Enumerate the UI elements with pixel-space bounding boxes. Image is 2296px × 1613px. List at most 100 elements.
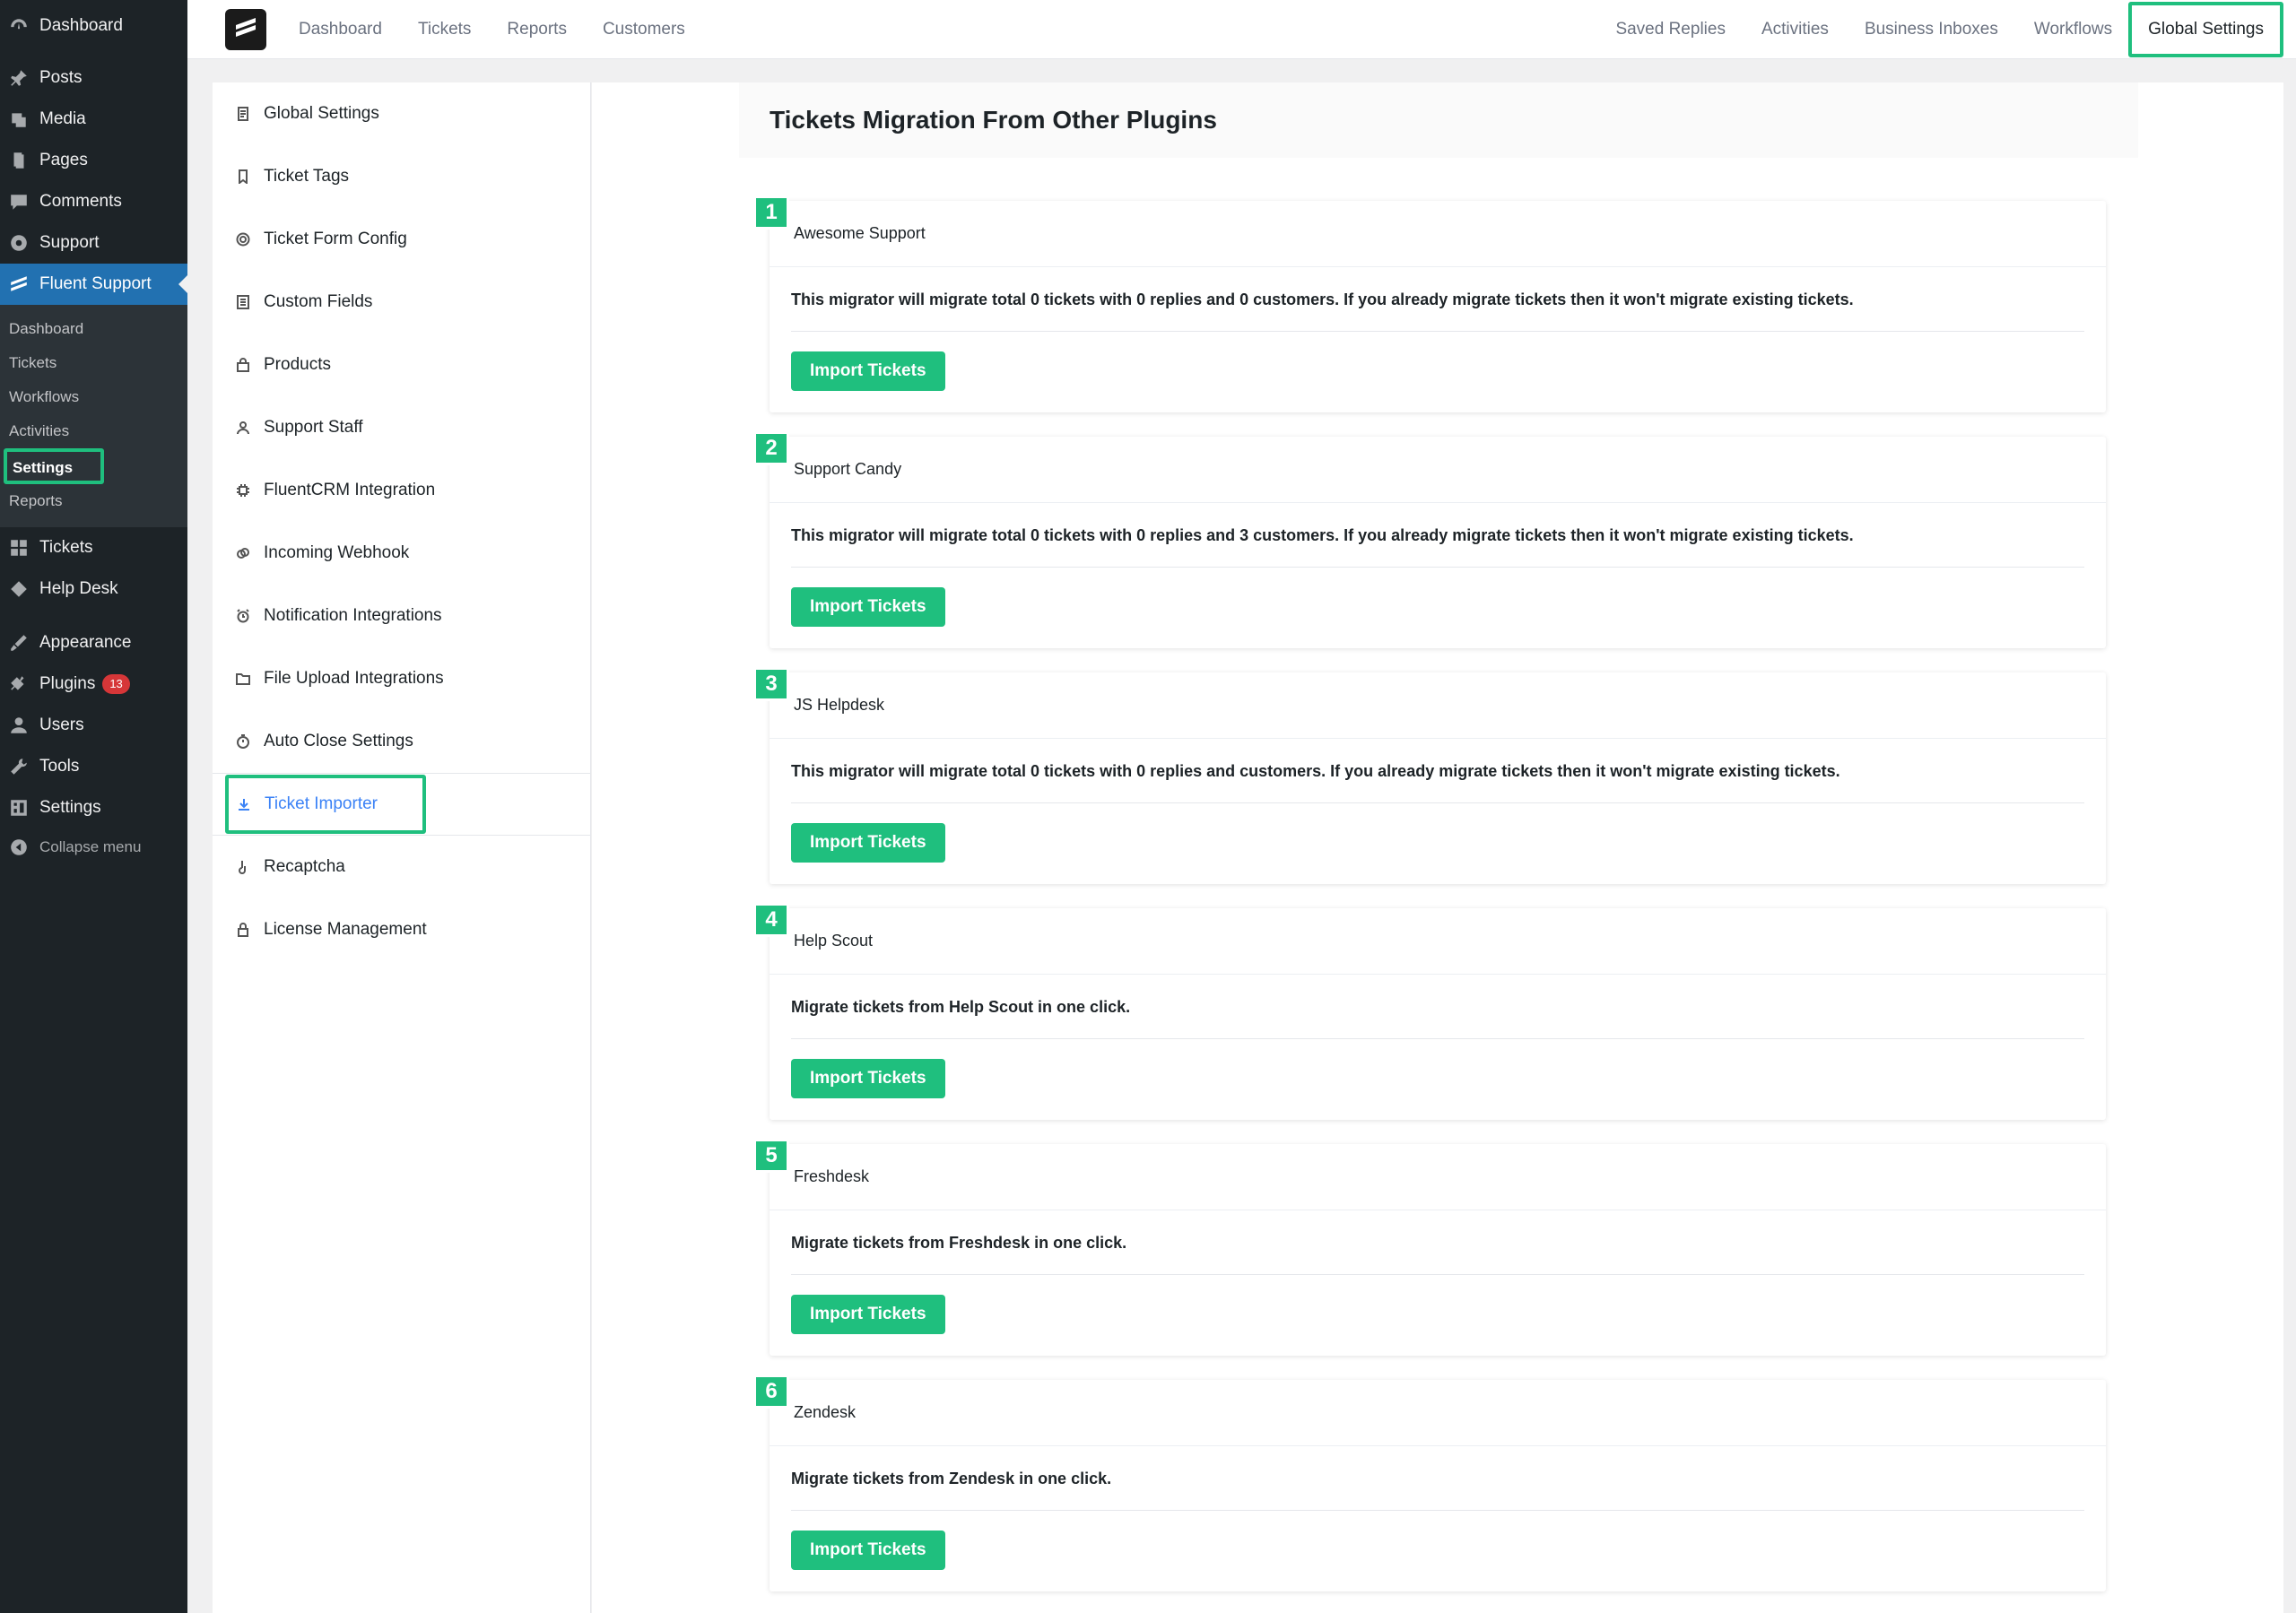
wp-menu-appearance[interactable]: Appearance <box>0 622 187 663</box>
plugin-icon <box>7 672 30 696</box>
wrench-icon <box>7 755 30 778</box>
list-icon <box>235 294 251 310</box>
wp-menu-media[interactable]: Media <box>0 99 187 140</box>
settings-item-support-staff[interactable]: Support Staff <box>213 396 590 459</box>
collapse-menu-button[interactable]: Collapse menu <box>0 828 187 866</box>
migrator-description: This migrator will migrate total 0 ticke… <box>791 739 2084 803</box>
submenu-dashboard[interactable]: Dashboard <box>0 312 187 346</box>
migrator-card-freshdesk: 5 Freshdesk Migrate tickets from Freshde… <box>753 1139 2106 1356</box>
migrator-description: This migrator will migrate total 0 ticke… <box>791 267 2084 332</box>
wp-menu-comments[interactable]: Comments <box>0 181 187 222</box>
nav-workflows[interactable]: Workflows <box>2034 20 2112 39</box>
import-tickets-button[interactable]: Import Tickets <box>791 1531 945 1570</box>
nav-business-inboxes[interactable]: Business Inboxes <box>1865 20 1998 39</box>
nav-saved-replies[interactable]: Saved Replies <box>1615 20 1726 39</box>
migrator-description: Migrate tickets from Zendesk in one clic… <box>791 1446 2084 1511</box>
import-tickets-button[interactable]: Import Tickets <box>791 1059 945 1098</box>
import-tickets-button[interactable]: Import Tickets <box>791 823 945 863</box>
import-tickets-button[interactable]: Import Tickets <box>791 587 945 627</box>
migrator-name: Awesome Support <box>770 201 2106 267</box>
gear-icon <box>235 231 251 247</box>
hand-icon <box>235 859 251 875</box>
migrator-description: This migrator will migrate total 0 ticke… <box>791 503 2084 568</box>
chip-icon <box>235 482 251 499</box>
wp-menu-users[interactable]: Users <box>0 705 187 746</box>
folder-icon <box>235 671 251 687</box>
settings-item-incoming-webhook[interactable]: Incoming Webhook <box>213 522 590 585</box>
main-content: Tickets Migration From Other Plugins 1 A… <box>592 82 2283 1613</box>
submenu-tickets[interactable]: Tickets <box>0 346 187 380</box>
step-number-badge: 6 <box>753 1375 789 1409</box>
fluent-support-logo[interactable] <box>225 8 266 50</box>
settings-item-ticket-importer[interactable]: Ticket Importer <box>213 773 590 836</box>
bag-icon <box>235 357 251 373</box>
wp-menu-support[interactable]: Support <box>0 222 187 264</box>
document-icon <box>235 106 251 122</box>
person-icon <box>235 420 251 436</box>
wp-menu-plugins[interactable]: Plugins 13 <box>0 663 187 705</box>
fluent-icon <box>7 273 30 296</box>
settings-item-license-management[interactable]: License Management <box>213 898 590 961</box>
step-number-badge: 3 <box>753 667 789 701</box>
submenu-settings[interactable]: Settings <box>4 448 104 484</box>
nav-activities[interactable]: Activities <box>1761 20 1829 39</box>
wp-menu-pages[interactable]: Pages <box>0 140 187 181</box>
migrator-description: Migrate tickets from Help Scout in one c… <box>791 975 2084 1039</box>
wp-menu-tickets[interactable]: Tickets <box>0 527 187 568</box>
ticket-icon <box>7 577 30 601</box>
wp-menu-fluent-support[interactable]: Fluent Support <box>0 264 187 305</box>
migrator-card-zendesk: 6 Zendesk Migrate tickets from Zendesk i… <box>753 1375 2106 1591</box>
grid-icon <box>7 536 30 559</box>
page-title: Tickets Migration From Other Plugins <box>770 106 1217 134</box>
settings-item-ticket-form-config[interactable]: Ticket Form Config <box>213 208 590 271</box>
brush-icon <box>7 631 30 655</box>
timer-icon <box>235 733 251 750</box>
settings-item-notification-integrations[interactable]: Notification Integrations <box>213 585 590 647</box>
wp-menu-settings[interactable]: Settings <box>0 787 187 828</box>
plugins-update-badge: 13 <box>102 674 130 694</box>
settings-item-recaptcha[interactable]: Recaptcha <box>213 836 590 898</box>
dashboard-icon <box>7 14 30 38</box>
settings-item-file-upload-integrations[interactable]: File Upload Integrations <box>213 647 590 710</box>
submenu-activities[interactable]: Activities <box>0 414 187 448</box>
migrator-card-support-candy: 2 Support Candy This migrator will migra… <box>753 431 2106 648</box>
wp-menu-tools[interactable]: Tools <box>0 746 187 787</box>
pin-icon <box>7 66 30 90</box>
alarm-icon <box>235 608 251 624</box>
settings-menu: Global Settings Ticket Tags Ticket Form … <box>213 82 591 1613</box>
nav-global-settings[interactable]: Global Settings <box>2128 1 2283 57</box>
top-navigation: Dashboard Tickets Reports Customers Save… <box>187 0 2296 59</box>
settings-item-fluentcrm-integration[interactable]: FluentCRM Integration <box>213 459 590 522</box>
collapse-icon <box>7 836 30 859</box>
download-icon <box>236 796 252 812</box>
nav-right-group: Saved Replies Activities Business Inboxe… <box>1615 0 2296 58</box>
migrator-card-js-helpdesk: 3 JS Helpdesk This migrator will migrate… <box>753 667 2106 884</box>
nav-tickets[interactable]: Tickets <box>418 20 471 39</box>
link-icon <box>235 545 251 561</box>
migrator-description: Migrate tickets from Freshdesk in one cl… <box>791 1210 2084 1275</box>
page-header: Tickets Migration From Other Plugins <box>739 82 2138 158</box>
settings-item-ticket-tags[interactable]: Ticket Tags <box>213 145 590 208</box>
step-number-badge: 5 <box>753 1139 789 1173</box>
wp-menu-dashboard[interactable]: Dashboard <box>0 0 187 52</box>
submenu-reports[interactable]: Reports <box>0 484 187 518</box>
import-tickets-button[interactable]: Import Tickets <box>791 1295 945 1334</box>
migrator-name: JS Helpdesk <box>770 672 2106 739</box>
migrator-card-awesome-support: 1 Awesome Support This migrator will mig… <box>753 195 2106 412</box>
wp-menu-posts[interactable]: Posts <box>0 57 187 99</box>
nav-dashboard[interactable]: Dashboard <box>299 20 382 39</box>
ticket-importer-highlight[interactable]: Ticket Importer <box>225 775 426 834</box>
settings-item-products[interactable]: Products <box>213 334 590 396</box>
step-number-badge: 4 <box>753 903 789 937</box>
wp-menu-help-desk[interactable]: Help Desk <box>0 568 187 610</box>
nav-reports[interactable]: Reports <box>507 20 567 39</box>
submenu-workflows[interactable]: Workflows <box>0 380 187 414</box>
settings-item-custom-fields[interactable]: Custom Fields <box>213 271 590 334</box>
lock-icon <box>235 922 251 938</box>
nav-customers[interactable]: Customers <box>603 20 685 39</box>
settings-item-auto-close-settings[interactable]: Auto Close Settings <box>213 710 590 773</box>
pages-icon <box>7 149 30 172</box>
settings-item-global-settings[interactable]: Global Settings <box>213 82 590 145</box>
media-icon <box>7 108 30 131</box>
import-tickets-button[interactable]: Import Tickets <box>791 351 945 391</box>
